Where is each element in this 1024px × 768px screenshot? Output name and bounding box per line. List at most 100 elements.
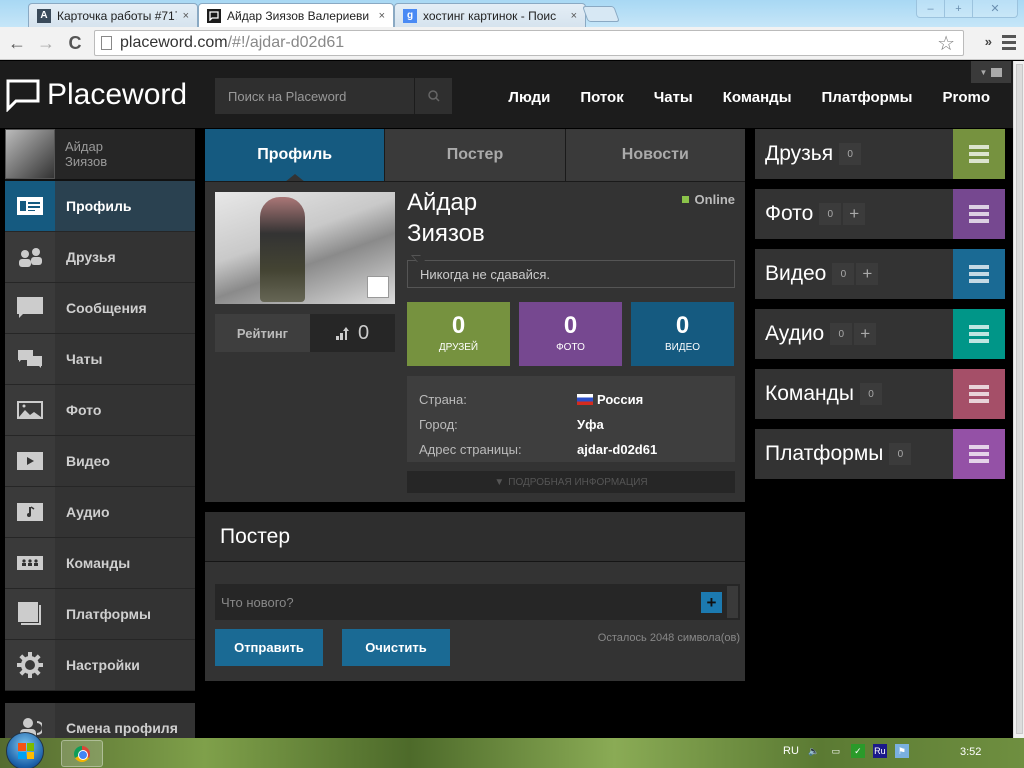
add-plus-icon[interactable]: + bbox=[854, 323, 877, 345]
status-message[interactable]: Никогда не сдавайся. bbox=[407, 260, 735, 288]
sidebar-item-teams[interactable]: Команды bbox=[5, 538, 195, 589]
speech-bubble-logo-icon bbox=[6, 79, 40, 112]
info-row-address: Адрес страницы: ajdar-d02d61 bbox=[419, 437, 723, 462]
more-info-label: ПОДРОБНАЯ ИНФОРМАЦИЯ bbox=[508, 476, 648, 488]
menu-icon[interactable] bbox=[953, 429, 1005, 479]
sidebar-item-platforms[interactable]: Платформы bbox=[5, 589, 195, 640]
nav-people[interactable]: Люди bbox=[508, 89, 550, 106]
chrome-menu-icon[interactable] bbox=[1002, 35, 1016, 53]
menu-icon[interactable] bbox=[953, 129, 1005, 179]
more-info-button[interactable]: ▼ ПОДРОБНАЯ ИНФОРМАЦИЯ bbox=[407, 471, 735, 493]
back-button[interactable]: ← bbox=[6, 33, 28, 54]
widget-audio[interactable]: Аудио 0 + bbox=[755, 309, 1005, 359]
extensions-overflow-button[interactable]: » bbox=[985, 34, 992, 49]
close-window-button[interactable]: ✕ bbox=[973, 0, 1017, 17]
site-logo[interactable]: Placeword bbox=[5, 78, 187, 112]
browser-tab[interactable]: g хостинг картинок - Поис × bbox=[394, 3, 586, 27]
volume-icon[interactable]: 🔈 bbox=[807, 744, 821, 758]
widget-photo[interactable]: Фото 0 + bbox=[755, 189, 1005, 239]
add-plus-icon[interactable]: + bbox=[843, 203, 866, 225]
widget-title: Друзья bbox=[765, 142, 834, 165]
forward-button[interactable]: → bbox=[35, 33, 57, 54]
new-tab-button[interactable] bbox=[582, 6, 620, 22]
maximize-button[interactable]: + bbox=[945, 0, 973, 17]
start-button[interactable] bbox=[6, 732, 44, 768]
sidebar-item-label: Чаты bbox=[66, 351, 103, 367]
feedback-button[interactable]: ▼ bbox=[971, 61, 1011, 83]
stat-friends[interactable]: 0 ДРУЗЕЙ bbox=[407, 302, 510, 366]
gear-icon bbox=[17, 652, 43, 678]
sidebar-user[interactable]: Айдар Зиязов bbox=[5, 129, 195, 181]
clear-button[interactable]: Очистить bbox=[342, 629, 450, 666]
browser-tab-active[interactable]: Айдар Зиязов Валериеви × bbox=[198, 3, 394, 27]
safely-remove-icon[interactable]: ✓ bbox=[850, 744, 865, 758]
tab-poster[interactable]: Постер bbox=[385, 129, 566, 181]
stat-label: ДРУЗЕЙ bbox=[438, 342, 479, 353]
add-plus-icon[interactable]: + bbox=[856, 263, 879, 285]
tab-news[interactable]: Новости bbox=[565, 129, 745, 181]
page-scrollbar[interactable] bbox=[1013, 61, 1024, 738]
close-tab-icon[interactable]: × bbox=[379, 10, 385, 22]
widget-teams[interactable]: Команды 0 bbox=[755, 369, 1005, 419]
action-center-icon[interactable]: ⚑ bbox=[894, 744, 909, 758]
profile-photo[interactable] bbox=[215, 192, 395, 304]
widget-title: Аудио bbox=[765, 322, 825, 345]
menu-icon[interactable] bbox=[953, 189, 1005, 239]
sidebar-item-switch-profile[interactable]: Смена профиля bbox=[5, 703, 195, 738]
tab-title: Карточка работы #71781! bbox=[57, 8, 177, 23]
input-scrollbar[interactable] bbox=[727, 586, 738, 618]
nav-promo[interactable]: Promo bbox=[942, 89, 990, 106]
google-favicon-icon: g bbox=[403, 8, 417, 23]
profile-last-name: Зиязов bbox=[407, 220, 485, 247]
stat-video[interactable]: 0 ВИДЕО bbox=[631, 302, 734, 366]
nav-platforms[interactable]: Платформы bbox=[822, 89, 913, 106]
network-icon[interactable]: ▭ bbox=[829, 744, 843, 758]
minimize-button[interactable]: – bbox=[917, 0, 945, 17]
photo-icon bbox=[17, 401, 43, 419]
search-button[interactable] bbox=[415, 78, 452, 114]
sidebar-item-audio[interactable]: Аудио bbox=[5, 487, 195, 538]
scrollbar-thumb[interactable] bbox=[1016, 64, 1023, 734]
attach-plus-button[interactable]: + bbox=[701, 592, 722, 613]
close-tab-icon[interactable]: × bbox=[183, 10, 189, 22]
keyboard-layout-icon[interactable]: Ru bbox=[872, 744, 887, 758]
widget-video[interactable]: Видео 0 + bbox=[755, 249, 1005, 299]
sidebar-item-friends[interactable]: Друзья bbox=[5, 232, 195, 283]
nav-teams[interactable]: Команды bbox=[723, 89, 792, 106]
reload-button[interactable]: C bbox=[64, 33, 86, 54]
sidebar-item-video[interactable]: Видео bbox=[5, 436, 195, 487]
close-tab-icon[interactable]: × bbox=[571, 10, 577, 22]
sidebar-item-settings[interactable]: Настройки bbox=[5, 640, 195, 691]
sidebar-item-label: Сообщения bbox=[66, 300, 147, 316]
menu-icon[interactable] bbox=[953, 369, 1005, 419]
stat-value: 0 bbox=[563, 312, 578, 339]
browser-tab[interactable]: A Карточка работы #71781! × bbox=[28, 3, 198, 27]
nav-chats[interactable]: Чаты bbox=[654, 89, 693, 106]
language-indicator[interactable]: RU bbox=[783, 745, 799, 757]
bookmark-star-icon[interactable]: ☆ bbox=[937, 31, 955, 56]
tab-title: Айдар Зиязов Валериеви bbox=[227, 8, 370, 23]
sidebar-item-chats[interactable]: Чаты bbox=[5, 334, 195, 385]
sidebar-item-messages[interactable]: Сообщения bbox=[5, 283, 195, 334]
menu-icon[interactable] bbox=[953, 309, 1005, 359]
widget-platforms[interactable]: Платформы 0 bbox=[755, 429, 1005, 479]
search-input[interactable]: Поиск на Placeword bbox=[215, 78, 414, 114]
send-button[interactable]: Отправить bbox=[215, 629, 323, 666]
sidebar-item-profile[interactable]: Профиль bbox=[5, 181, 195, 232]
sidebar-item-photo[interactable]: Фото bbox=[5, 385, 195, 436]
windows-logo-icon bbox=[18, 743, 34, 759]
message-icon bbox=[17, 297, 43, 318]
clock[interactable]: 3:52 bbox=[960, 746, 981, 758]
sidebar-item-label: Смена профиля bbox=[66, 720, 178, 736]
menu-icon[interactable] bbox=[953, 249, 1005, 299]
widget-friends[interactable]: Друзья 0 bbox=[755, 129, 1005, 179]
taskbar-chrome[interactable] bbox=[61, 740, 103, 767]
address-bar[interactable]: placeword.com /#!/ajdar-d02d61 ☆ bbox=[94, 30, 964, 56]
search-icon bbox=[427, 90, 440, 102]
triangle-down-icon: ▼ bbox=[494, 476, 505, 488]
tab-profile[interactable]: Профиль bbox=[205, 129, 386, 182]
nav-stream[interactable]: Поток bbox=[580, 89, 623, 106]
stat-photo[interactable]: 0 ФОТО bbox=[519, 302, 622, 366]
avatar[interactable] bbox=[5, 129, 55, 179]
post-input[interactable]: Что нового? + bbox=[215, 584, 740, 620]
